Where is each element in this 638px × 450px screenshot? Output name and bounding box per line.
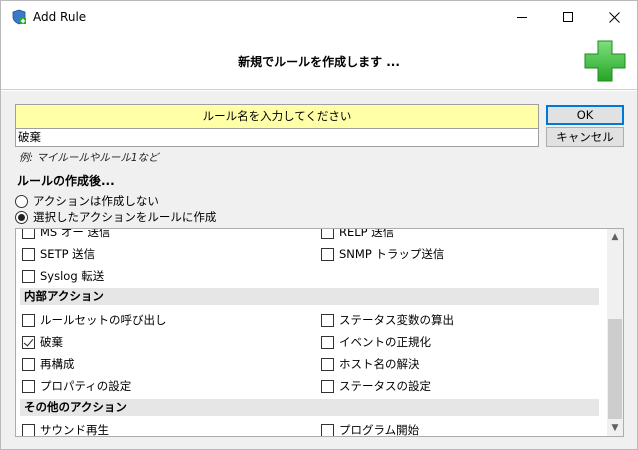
action-label: サウンド再生: [40, 423, 109, 436]
action-label: RELP 送信: [339, 229, 395, 239]
action-setp-send[interactable]: SETP 送信: [22, 246, 95, 262]
radio-button[interactable]: [15, 210, 28, 224]
after-create-title: ルールの作成後...: [17, 174, 115, 188]
checkbox[interactable]: [22, 335, 35, 349]
action-label: MS オー 送信: [40, 229, 111, 239]
add-rule-window: Add Rule 新規でルールを作成します ... ルール名を入力してください …: [0, 0, 638, 450]
checkbox[interactable]: [22, 379, 35, 393]
radio-button[interactable]: [15, 194, 28, 208]
group-header-other: その他のアクション: [20, 399, 599, 416]
group-header-internal: 内部アクション: [20, 288, 599, 305]
checkbox[interactable]: [22, 357, 35, 371]
action-set-status[interactable]: ステータスの設定: [321, 378, 431, 394]
scroll-up-icon[interactable]: ▲: [607, 229, 623, 245]
green-plus-icon: [584, 40, 626, 82]
minimize-button[interactable]: [499, 1, 545, 33]
checkbox[interactable]: [321, 357, 334, 371]
action-call-ruleset[interactable]: ルールセットの呼び出し: [22, 312, 167, 328]
maximize-button[interactable]: [545, 1, 591, 33]
action-list-scrollbar[interactable]: ▲ ▼: [607, 229, 623, 436]
action-set-property[interactable]: プロパティの設定: [22, 378, 131, 394]
action-list-content: MS オー 送信 RELP 送信 SETP 送信 SNMP トラップ送信 Sys…: [16, 229, 607, 436]
radio-label: 選択したアクションをルールに作成: [33, 210, 217, 224]
action-label: SETP 送信: [40, 247, 96, 261]
checkbox[interactable]: [321, 379, 334, 393]
action-calc-status-var[interactable]: ステータス変数の算出: [321, 312, 454, 328]
action-label: プロパティの設定: [40, 379, 132, 393]
rule-name-example: 例: マイルールやルール1など: [19, 152, 159, 164]
ok-button[interactable]: OK: [546, 105, 624, 125]
action-label: 再構成: [40, 357, 75, 371]
window-title: Add Rule: [33, 10, 87, 24]
checkbox[interactable]: [321, 335, 334, 349]
checkbox[interactable]: [22, 269, 35, 283]
action-label: SNMP トラップ送信: [339, 247, 445, 261]
action-reconfigure[interactable]: 再構成: [22, 356, 75, 372]
close-button[interactable]: [591, 1, 637, 33]
minimize-icon: [517, 16, 527, 18]
action-play-sound[interactable]: サウンド再生: [22, 422, 109, 436]
action-label: プログラム開始: [339, 423, 420, 436]
action-start-program[interactable]: プログラム開始: [321, 422, 419, 436]
action-label: ステータスの設定: [339, 379, 431, 393]
action-ms-send[interactable]: MS オー 送信: [22, 229, 111, 240]
title-bar[interactable]: Add Rule: [1, 1, 637, 33]
action-syslog-forward[interactable]: Syslog 転送: [22, 268, 104, 284]
checkbox[interactable]: [321, 313, 334, 327]
cancel-button[interactable]: キャンセル: [546, 127, 624, 147]
radio-no-action[interactable]: アクションは作成しない: [15, 193, 159, 209]
checkbox[interactable]: [22, 423, 35, 436]
action-snmp-trap[interactable]: SNMP トラップ送信: [321, 246, 444, 262]
action-relp-send[interactable]: RELP 送信: [321, 229, 394, 240]
action-label: イベントの正規化: [339, 335, 431, 349]
checkbox[interactable]: [22, 229, 35, 239]
action-label: Syslog 転送: [40, 269, 105, 283]
maximize-icon: [563, 12, 573, 22]
action-normalize-event[interactable]: イベントの正規化: [321, 334, 431, 350]
action-label: 破棄: [40, 335, 63, 349]
action-list: MS オー 送信 RELP 送信 SETP 送信 SNMP トラップ送信 Sys…: [15, 228, 624, 437]
scrollbar-thumb[interactable]: [608, 319, 622, 419]
action-label: ルールセットの呼び出し: [40, 313, 167, 327]
rule-name-label: ルール名を入力してください: [15, 104, 539, 129]
checkbox[interactable]: [22, 247, 35, 261]
checkbox[interactable]: [321, 423, 334, 436]
dialog-header: 新規でルールを作成します ...: [1, 33, 637, 90]
close-icon: [608, 11, 620, 23]
action-label: ホスト名の解決: [339, 357, 420, 371]
checkbox[interactable]: [22, 313, 35, 327]
action-label: ステータス変数の算出: [339, 313, 454, 327]
header-title: 新規でルールを作成します ...: [238, 55, 400, 69]
app-shield-icon: [12, 9, 26, 25]
rule-name-input[interactable]: 破棄: [15, 129, 539, 147]
action-resolve-hostname[interactable]: ホスト名の解決: [321, 356, 420, 372]
checkbox[interactable]: [321, 229, 334, 239]
checkbox[interactable]: [321, 247, 334, 261]
action-discard[interactable]: 破棄: [22, 334, 63, 350]
radio-create-selected[interactable]: 選択したアクションをルールに作成: [15, 209, 216, 225]
radio-label: アクションは作成しない: [33, 194, 159, 208]
scroll-down-icon[interactable]: ▼: [607, 420, 623, 436]
